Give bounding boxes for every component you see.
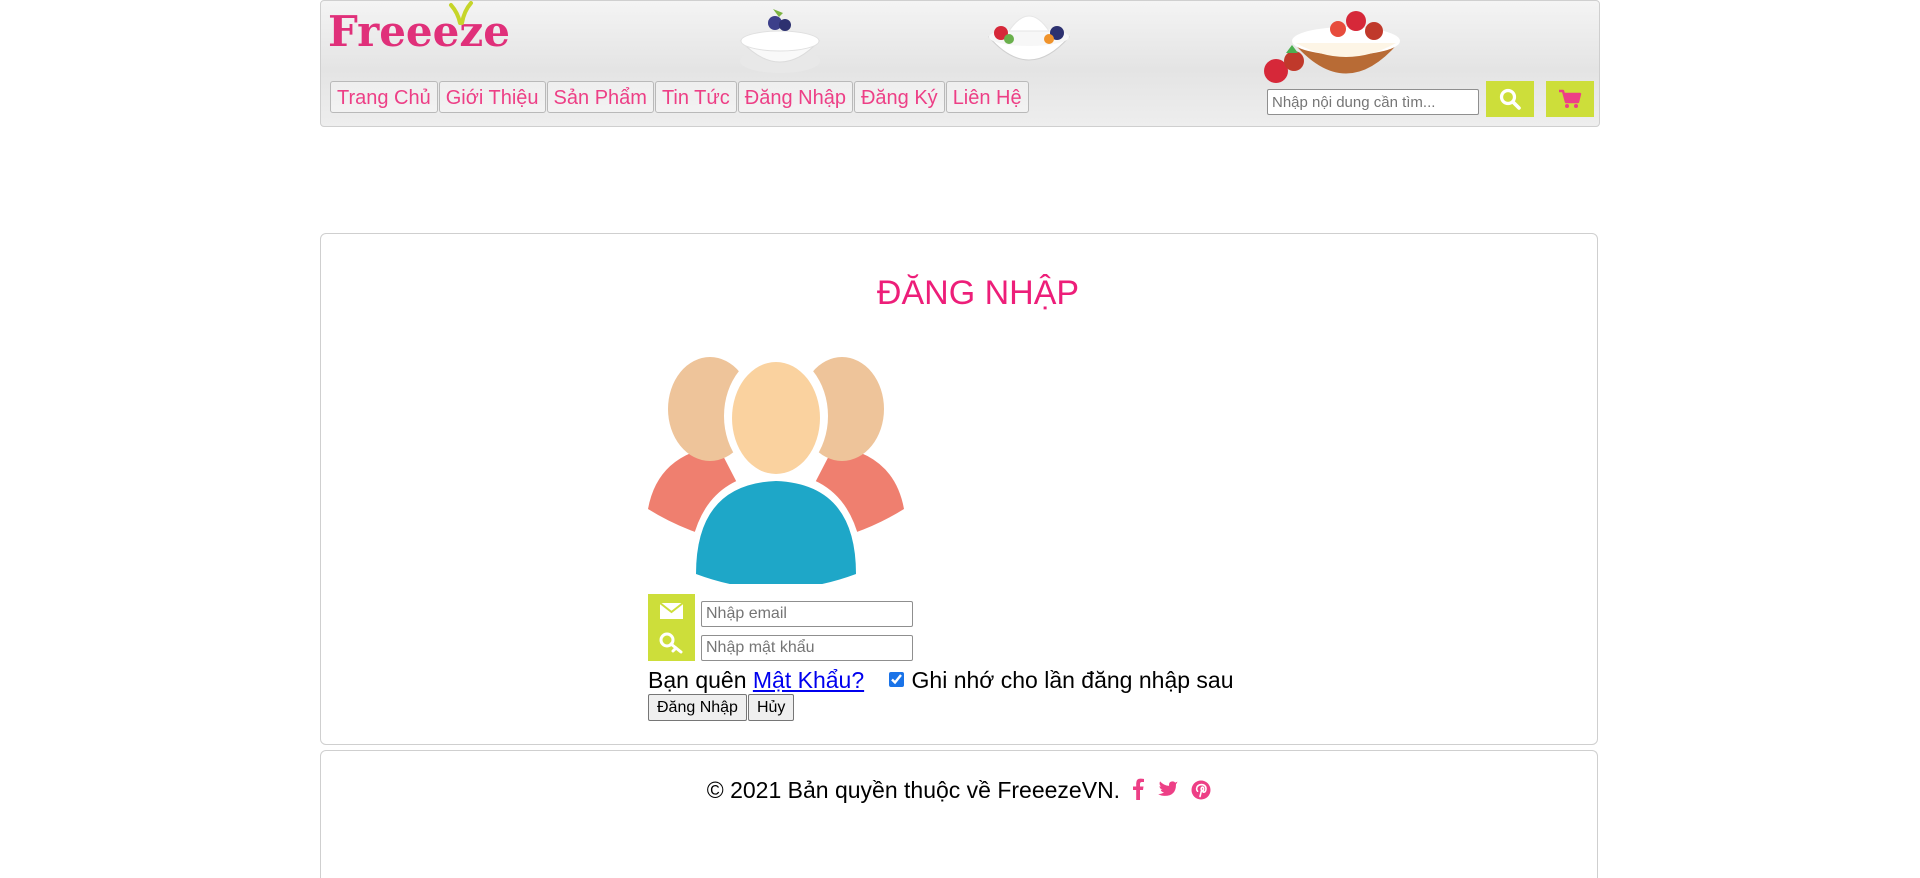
search-icon — [1499, 88, 1521, 110]
site-footer: © 2021 Bản quyền thuộc về FreeezeVN. — [320, 750, 1598, 878]
brand-logo[interactable]: Freeeze — [328, 1, 510, 57]
copyright-text: © 2021 Bản quyền thuộc về FreeezeVN. — [706, 777, 1121, 803]
search-input[interactable] — [1267, 89, 1479, 115]
page: Freeeze Trang Chủ Giới Thiệu Sản Phẩm Ti… — [0, 0, 1920, 878]
strawberry-yogurt-image — [1264, 11, 1400, 83]
nav-item-contact[interactable]: Liên Hệ — [945, 81, 1029, 113]
login-actions: Đăng Nhập Hủy — [648, 694, 795, 721]
logo-text: Freeeze — [328, 7, 510, 56]
forgot-password-link[interactable]: Mật Khẩu? — [753, 667, 864, 693]
nav-item-products[interactable]: Sản Phẩm — [546, 81, 654, 113]
sprout-icon — [449, 1, 473, 25]
copyright-row: © 2021 Bản quyền thuộc về FreeezeVN. — [321, 775, 1597, 805]
facebook-icon[interactable] — [1132, 778, 1145, 800]
nav-item-login[interactable]: Đăng Nhập — [737, 81, 853, 113]
cart-button[interactable] — [1546, 81, 1594, 117]
field-icons-panel — [648, 594, 695, 661]
forgot-prefix: Bạn quên — [648, 667, 747, 693]
nav-item-news[interactable]: Tin Tức — [654, 81, 737, 113]
nav-item-about[interactable]: Giới Thiệu — [438, 81, 546, 113]
email-field[interactable] — [701, 601, 913, 627]
main-nav: Trang Chủ Giới Thiệu Sản Phẩm Tin Tức Đăng N… — [330, 81, 1030, 115]
login-submit-button[interactable]: Đăng Nhập — [648, 694, 747, 721]
cancel-button[interactable]: Hủy — [747, 694, 795, 721]
search-button[interactable] — [1486, 81, 1534, 117]
key-icon — [659, 632, 683, 654]
forgot-remember-row: Bạn quên Mật Khẩu? Ghi nhớ cho lần đăng … — [648, 664, 1234, 696]
twitter-icon[interactable] — [1157, 780, 1179, 800]
yogurt-bowl-image — [739, 9, 821, 73]
users-group-image — [648, 354, 904, 584]
nav-item-home[interactable]: Trang Chủ — [330, 81, 438, 113]
password-field[interactable] — [701, 635, 913, 661]
shopping-cart-icon — [1559, 89, 1582, 108]
site-header: Freeeze Trang Chủ Giới Thiệu Sản Phẩm Ti… — [320, 0, 1600, 127]
remember-checkbox[interactable] — [888, 672, 904, 687]
envelope-icon — [659, 602, 684, 619]
remember-label[interactable]: Ghi nhớ cho lần đăng nhập sau — [912, 667, 1234, 693]
nav-item-register[interactable]: Đăng Ký — [853, 81, 945, 113]
login-card: ĐĂNG NHẬP Nhập email Bạn quên Mật Khẩu? … — [320, 233, 1598, 745]
pinterest-icon[interactable] — [1191, 780, 1211, 800]
fruit-bowl-image — [987, 15, 1071, 61]
login-title: ĐĂNG NHẬP — [876, 274, 1080, 312]
